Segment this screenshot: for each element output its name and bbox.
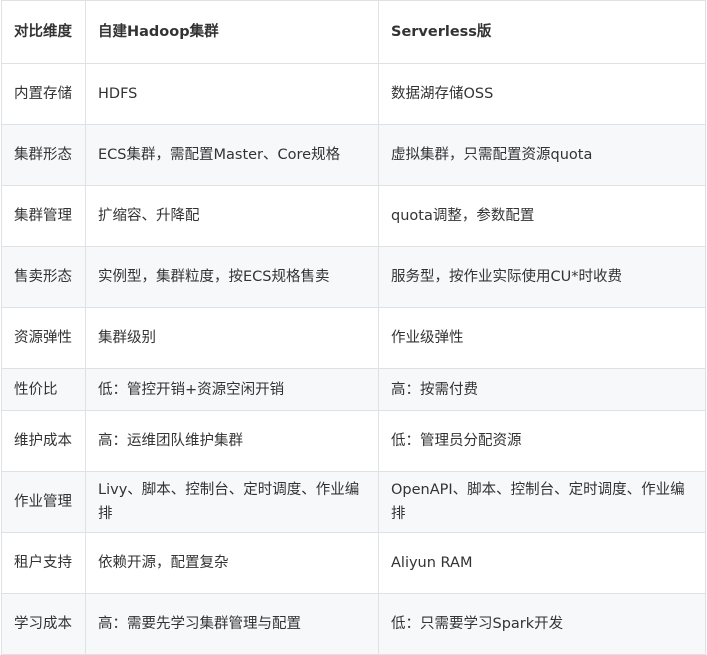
table-row: 维护成本 高：运维团队维护集群 低：管理员分配资源 [1,410,706,472]
cell-dimension: 集群管理 [1,185,86,247]
comparison-table: 对比维度 自建Hadoop集群 Serverless版 内置存储 HDFS 数据… [1,0,706,655]
cell-hadoop: HDFS [85,63,379,125]
cell-hadoop: 高：需要先学习集群管理与配置 [85,593,379,655]
cell-dimension: 作业管理 [1,471,86,533]
cell-serverless: 虚拟集群，只需配置资源quota [378,124,706,186]
table-row: 集群形态 ECS集群，需配置Master、Core规格 虚拟集群，只需配置资源q… [1,124,706,186]
table-row: 作业管理 Livy、脚本、控制台、定时调度、作业编排 OpenAPI、脚本、控制… [1,471,706,533]
cell-dimension: 集群形态 [1,124,86,186]
table-row: 售卖形态 实例型，集群粒度，按ECS规格售卖 服务型，按作业实际使用CU*时收费 [1,246,706,308]
header-row: 对比维度 自建Hadoop集群 Serverless版 [1,0,706,64]
table-row: 内置存储 HDFS 数据湖存储OSS [1,63,706,125]
cell-hadoop: 实例型，集群粒度，按ECS规格售卖 [85,246,379,308]
cell-hadoop: 低：管控开销+资源空闲开销 [85,368,379,411]
cell-serverless: 作业级弹性 [378,307,706,369]
table-row: 性价比 低：管控开销+资源空闲开销 高：按需付费 [1,368,706,411]
cell-serverless: quota调整，参数配置 [378,185,706,247]
cell-dimension: 售卖形态 [1,246,86,308]
cell-hadoop: 扩缩容、升降配 [85,185,379,247]
cell-serverless: 服务型，按作业实际使用CU*时收费 [378,246,706,308]
cell-dimension: 资源弹性 [1,307,86,369]
cell-hadoop: ECS集群，需配置Master、Core规格 [85,124,379,186]
cell-serverless: Aliyun RAM [378,532,706,594]
table-body: 内置存储 HDFS 数据湖存储OSS 集群形态 ECS集群，需配置Master、… [1,63,706,655]
cell-dimension: 租户支持 [1,532,86,594]
cell-serverless: 低：只需要学习Spark开发 [378,593,706,655]
cell-serverless: OpenAPI、脚本、控制台、定时调度、作业编排 [378,471,706,533]
cell-serverless: 低：管理员分配资源 [378,410,706,472]
cell-dimension: 维护成本 [1,410,86,472]
cell-hadoop: 依赖开源，配置复杂 [85,532,379,594]
cell-dimension: 学习成本 [1,593,86,655]
table-row: 租户支持 依赖开源，配置复杂 Aliyun RAM [1,532,706,594]
cell-dimension: 内置存储 [1,63,86,125]
cell-serverless: 高：按需付费 [378,368,706,411]
header-dimension: 对比维度 [1,0,86,64]
cell-hadoop: Livy、脚本、控制台、定时调度、作业编排 [85,471,379,533]
table-row: 资源弹性 集群级别 作业级弹性 [1,307,706,369]
table-row: 学习成本 高：需要先学习集群管理与配置 低：只需要学习Spark开发 [1,593,706,655]
header-hadoop: 自建Hadoop集群 [85,0,379,64]
header-serverless: Serverless版 [378,0,706,64]
cell-hadoop: 集群级别 [85,307,379,369]
table-header: 对比维度 自建Hadoop集群 Serverless版 [1,0,706,64]
table-row: 集群管理 扩缩容、升降配 quota调整，参数配置 [1,185,706,247]
cell-dimension: 性价比 [1,368,86,411]
cell-serverless: 数据湖存储OSS [378,63,706,125]
cell-hadoop: 高：运维团队维护集群 [85,410,379,472]
